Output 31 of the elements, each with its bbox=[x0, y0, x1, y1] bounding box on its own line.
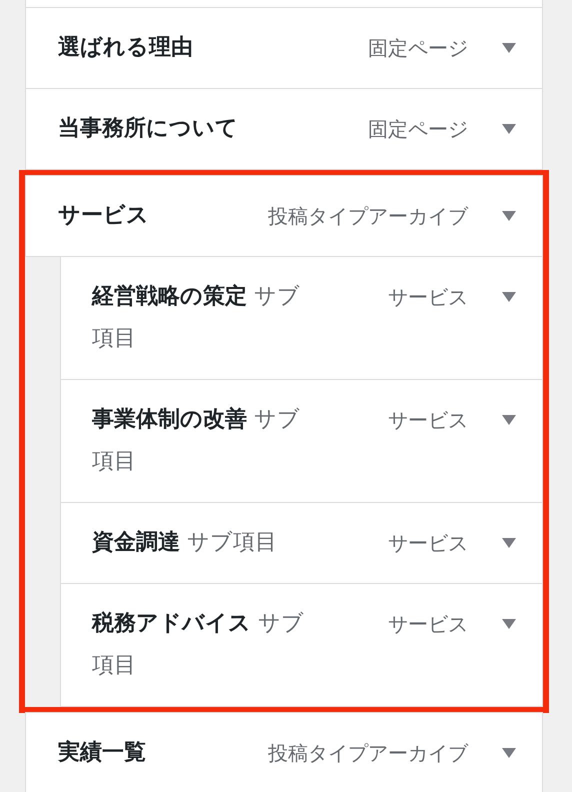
menu-item[interactable]: 実績一覧 投稿タイプアーカイブ bbox=[25, 712, 543, 792]
menu-item-title: 事業体制の改善 サブ項目 bbox=[92, 406, 301, 476]
item-type-label: 投稿タイプアーカイブ bbox=[268, 740, 468, 767]
dropdown-arrow-icon[interactable] bbox=[502, 211, 516, 221]
menu-item[interactable]: 当事務所について 固定ページ bbox=[25, 88, 543, 170]
item-type-label: サービス bbox=[388, 407, 468, 434]
menu-item-title: 選ばれる理由 bbox=[58, 34, 193, 62]
item-type-label: 固定ページ bbox=[368, 35, 468, 62]
item-type-label: 投稿タイプアーカイブ bbox=[268, 203, 468, 230]
menu-sub-item[interactable]: 経営戦略の策定 サブ項目 サービス bbox=[60, 256, 543, 380]
dropdown-arrow-icon[interactable] bbox=[502, 538, 516, 548]
menu-item[interactable]: サービス 投稿タイプアーカイブ bbox=[25, 175, 543, 257]
dropdown-arrow-icon[interactable] bbox=[502, 415, 516, 425]
dropdown-arrow-icon[interactable] bbox=[502, 124, 516, 134]
menu-item-title: サービス bbox=[58, 202, 149, 230]
item-type-label: サービス bbox=[388, 611, 468, 638]
dropdown-arrow-icon[interactable] bbox=[502, 619, 516, 629]
dropdown-arrow-icon[interactable] bbox=[502, 292, 516, 302]
dropdown-arrow-icon[interactable] bbox=[502, 43, 516, 53]
item-type-label: サービス bbox=[388, 530, 468, 557]
menu-item-title: 実績一覧 bbox=[58, 738, 146, 767]
menu-sub-item[interactable]: 税務アドバイス サブ項目 サービス bbox=[60, 583, 543, 707]
menu-item-title: 経営戦略の策定 サブ項目 bbox=[92, 282, 301, 353]
menu-item-title: 税務アドバイス サブ項目 bbox=[92, 610, 305, 680]
menu-sub-item[interactable]: 資金調達 サブ項目 サービス bbox=[60, 502, 543, 584]
menu-item-title: 資金調達 サブ項目 bbox=[92, 529, 278, 557]
menu-sub-item[interactable]: 事業体制の改善 サブ項目 サービス bbox=[60, 379, 543, 503]
dropdown-arrow-icon[interactable] bbox=[502, 748, 516, 758]
item-type-label: 固定ページ bbox=[368, 116, 468, 143]
menu-item-title: 当事務所について bbox=[58, 115, 238, 143]
item-type-label: サービス bbox=[388, 284, 468, 311]
